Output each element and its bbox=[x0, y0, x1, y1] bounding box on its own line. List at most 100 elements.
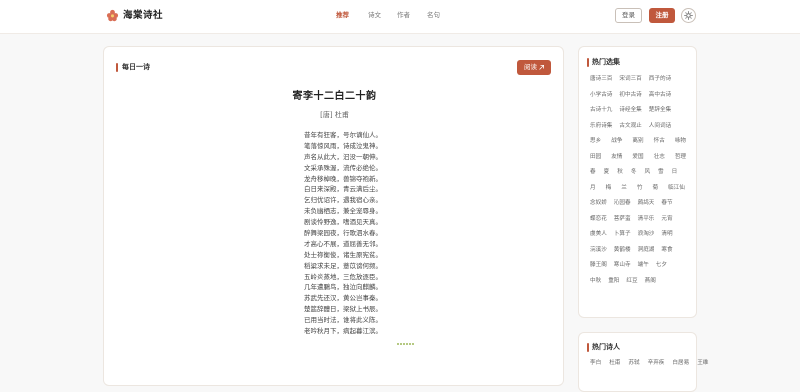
poet-link[interactable]: 辛弃疾 bbox=[648, 358, 665, 366]
nav-quotes[interactable]: 名句 bbox=[427, 11, 440, 20]
collection-tag[interactable]: 乐府诗集 bbox=[590, 122, 612, 131]
collection-tag[interactable]: 咏物 bbox=[675, 137, 686, 146]
section-accent-bar bbox=[116, 63, 118, 72]
collection-tag[interactable]: 兰 bbox=[621, 184, 627, 193]
collection-tag[interactable]: 念奴娇 bbox=[590, 199, 607, 208]
poem-title[interactable]: 寄李十二白二十韵 bbox=[104, 90, 565, 103]
collection-tag[interactable]: 哲理 bbox=[675, 153, 686, 162]
collection-tag[interactable]: 秋 bbox=[617, 168, 623, 177]
nav-authors[interactable]: 作者 bbox=[397, 11, 410, 20]
collection-tag[interactable]: 人间词话 bbox=[649, 122, 671, 131]
collection-tag[interactable]: 古诗十九 bbox=[590, 106, 612, 115]
poem-line: 文采承殊渥，流传必绝伦。 bbox=[304, 163, 382, 172]
collection-tag[interactable]: 楚辞全集 bbox=[649, 106, 671, 115]
nav-recommend[interactable]: 推荐 bbox=[336, 11, 349, 20]
collection-tag[interactable]: 临江仙 bbox=[668, 184, 685, 193]
collection-tag[interactable]: 燕阁 bbox=[645, 277, 656, 286]
collection-tag[interactable]: 友情 bbox=[611, 153, 622, 162]
tag-row: 滕王阁 寒山寺 端午 七夕 bbox=[590, 261, 690, 277]
poem-line: 乞归优诏许，遇我宿心亲。 bbox=[304, 196, 382, 205]
collection-tag[interactable]: 洞庭湖 bbox=[638, 246, 655, 255]
collection-tag[interactable]: 寒山寺 bbox=[614, 261, 631, 270]
tag-row: 月 梅兰 竹菊 临江仙 bbox=[590, 184, 690, 200]
collection-tag[interactable]: 怀古 bbox=[654, 137, 665, 146]
collection-tag[interactable]: 唐诗三百 bbox=[590, 75, 612, 84]
collection-tag[interactable]: 沁园春 bbox=[614, 199, 631, 208]
collection-tag[interactable]: 黄鹤楼 bbox=[614, 246, 631, 255]
collection-tag[interactable]: 高中古诗 bbox=[649, 91, 671, 100]
collection-tag[interactable]: 梅 bbox=[606, 184, 612, 193]
collection-tag[interactable]: 冬 bbox=[631, 168, 637, 177]
collection-tag[interactable]: 战争 bbox=[611, 137, 622, 146]
poet-link[interactable]: 李白 bbox=[590, 358, 601, 366]
theme-toggle-button[interactable] bbox=[681, 8, 696, 23]
section-accent-bar bbox=[587, 343, 589, 352]
poem-line: 稻粱求未足，薏苡谤何频。 bbox=[304, 261, 382, 270]
collection-tag[interactable]: 田园 bbox=[590, 153, 601, 162]
collection-tag[interactable]: 中秋 bbox=[590, 277, 601, 286]
poet-link[interactable]: 白居易 bbox=[672, 358, 689, 366]
login-button[interactable]: 登录 bbox=[615, 8, 642, 23]
collection-tag[interactable]: 壮志 bbox=[654, 153, 665, 162]
tag-row: 念奴娇 沁园春 鹧鸪天 春节 bbox=[590, 199, 690, 215]
collection-tag[interactable]: 七夕 bbox=[656, 261, 667, 270]
poet-link[interactable]: 王维 bbox=[697, 358, 708, 366]
collection-tag[interactable]: 浣溪沙 bbox=[590, 246, 607, 255]
hot-collections-heading: 热门选集 bbox=[592, 58, 620, 66]
collection-tag[interactable]: 竹 bbox=[637, 184, 643, 193]
collection-tag[interactable]: 红豆 bbox=[626, 277, 637, 286]
tag-row: 虞美人 卜算子 浪淘沙 清明 bbox=[590, 230, 690, 246]
collection-tag[interactable]: 寒食 bbox=[661, 246, 672, 255]
collection-tag[interactable]: 宋词三百 bbox=[619, 75, 641, 84]
collection-tag[interactable]: 卜算子 bbox=[614, 230, 631, 239]
collection-tag[interactable]: 小学古诗 bbox=[590, 91, 612, 100]
collection-tag[interactable]: 端午 bbox=[638, 261, 649, 270]
poem-line: 老吟秋月下，病起暮江滨。 bbox=[304, 327, 382, 336]
collection-tag[interactable]: 诗经全集 bbox=[619, 106, 641, 115]
logo-icon bbox=[106, 9, 119, 22]
poet-list: 李白 杜甫 苏轼 辛弃疾 白居易 王维 bbox=[590, 358, 716, 366]
collection-tag[interactable]: 西子的诗 bbox=[649, 75, 671, 84]
collection-tag[interactable]: 重阳 bbox=[608, 277, 619, 286]
external-link-icon bbox=[539, 65, 544, 70]
poem-author[interactable]: [唐] 杜甫 bbox=[104, 111, 565, 120]
daily-poem-heading: 每日一诗 bbox=[122, 63, 150, 71]
nav-poems[interactable]: 诗文 bbox=[368, 11, 381, 20]
collection-tag[interactable]: 元宵 bbox=[661, 215, 672, 224]
collection-tag[interactable]: 清明 bbox=[661, 230, 672, 239]
collection-tag[interactable]: 鹧鸪天 bbox=[638, 199, 655, 208]
collection-tag[interactable]: 离别 bbox=[632, 137, 643, 146]
collection-tag[interactable]: 虞美人 bbox=[590, 230, 607, 239]
collection-tag[interactable]: 古文观止 bbox=[619, 122, 641, 131]
collection-tag[interactable]: 菊 bbox=[652, 184, 658, 193]
collection-tag[interactable]: 春节 bbox=[661, 199, 672, 208]
tag-row: 乐府诗集 古文观止 人间词话 bbox=[590, 122, 690, 138]
collection-tag[interactable]: 月 bbox=[590, 184, 596, 193]
read-button[interactable]: 阅读 bbox=[517, 60, 551, 75]
collection-tag[interactable]: 滕王阁 bbox=[590, 261, 607, 270]
collection-tag[interactable]: 风 bbox=[644, 168, 650, 177]
poem-line: 剧谈怜野逸，嗜酒见天真。 bbox=[304, 218, 382, 227]
collection-tag[interactable]: 雪 bbox=[658, 168, 664, 177]
register-button[interactable]: 注册 bbox=[649, 8, 675, 23]
collection-tag[interactable]: 初中古诗 bbox=[619, 91, 641, 100]
site-name[interactable]: 海棠诗社 bbox=[123, 9, 163, 22]
tag-row: 浣溪沙 黄鹤楼 洞庭湖 寒食 bbox=[590, 246, 690, 262]
poem-line: 龙舟移棹晚，兽锦夺袍新。 bbox=[304, 174, 382, 183]
collection-tag[interactable]: 春 bbox=[590, 168, 596, 177]
tag-row: 春夏秋冬风雪日 bbox=[590, 168, 690, 184]
tag-row: 思乡 战争 离别 怀古 咏物 bbox=[590, 137, 690, 153]
poem-line: 处士祢衡俊，诸生原宪贫。 bbox=[304, 250, 382, 259]
collection-tag[interactable]: 思乡 bbox=[590, 137, 601, 146]
collection-tag[interactable]: 清平乐 bbox=[638, 215, 655, 224]
collection-tag[interactable]: 爱国 bbox=[632, 153, 643, 162]
poem-line: 醉舞梁园夜，行歌泗水春。 bbox=[304, 229, 382, 238]
collection-tag[interactable]: 浪淘沙 bbox=[638, 230, 655, 239]
collection-tag[interactable]: 蝶恋花 bbox=[590, 215, 607, 224]
section-accent-bar bbox=[587, 58, 589, 67]
collection-tag[interactable]: 夏 bbox=[604, 168, 610, 177]
poet-link[interactable]: 苏轼 bbox=[628, 358, 639, 366]
collection-tag[interactable]: 菩萨蛮 bbox=[614, 215, 631, 224]
collection-tag[interactable]: 日 bbox=[672, 168, 678, 177]
poet-link[interactable]: 杜甫 bbox=[609, 358, 620, 366]
